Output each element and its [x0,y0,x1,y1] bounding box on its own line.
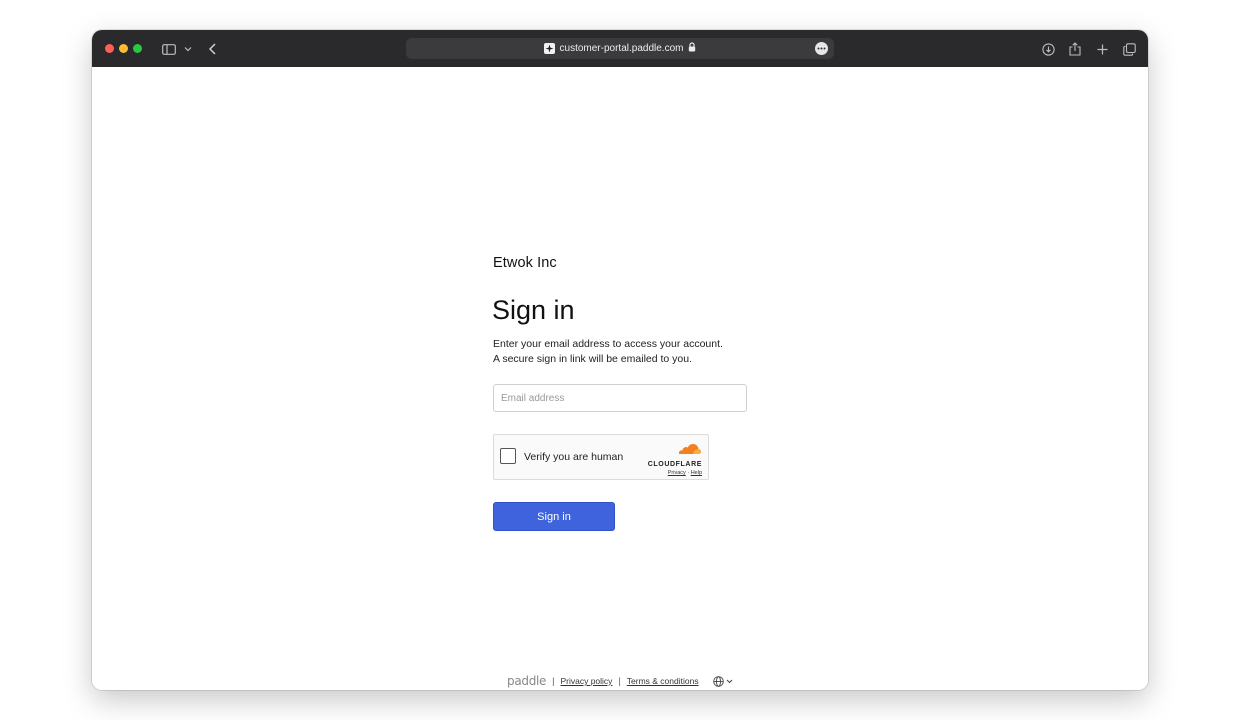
close-window-button[interactable] [105,44,114,53]
share-icon[interactable] [1067,41,1083,57]
more-icon[interactable] [815,42,828,55]
verify-human-checkbox[interactable] [500,448,516,464]
captcha-label: Verify you are human [524,451,624,463]
page-content: Etwok Inc Sign in Enter your email addre… [92,67,1148,690]
privacy-policy-link[interactable]: Privacy policy [560,676,612,686]
sidebar-toggle-icon[interactable] [161,41,177,57]
tabs-overview-icon[interactable] [1121,41,1137,57]
description-line-1: Enter your email address to access your … [493,338,723,350]
new-tab-plus-icon[interactable] [1094,41,1110,57]
captcha-privacy-link[interactable]: Privacy [668,470,686,476]
paddle-logo: paddle [507,674,547,688]
chevron-down-icon [726,679,732,683]
captcha-links: Privacy · Help [644,470,702,476]
terms-conditions-link[interactable]: Terms & conditions [627,676,699,686]
browser-toolbar: customer-portal.paddle.com [92,30,1148,67]
address-bar[interactable]: customer-portal.paddle.com [406,38,834,59]
browser-window: customer-portal.paddle.com Etwok Inc Sig… [92,30,1148,690]
email-field[interactable] [493,384,747,412]
url-text: customer-portal.paddle.com [559,43,684,54]
captcha-help-link[interactable]: Help [691,470,702,476]
favicon-sparkle-icon [543,43,555,54]
page-footer: paddle | Privacy policy | Terms & condit… [507,673,733,689]
cloudflare-logo: CLOUDFLARE Privacy · Help [644,442,702,476]
cloudflare-captcha-widget: Verify you are human CLOUDFLARE Privacy … [493,434,709,480]
company-name: Etwok Inc [493,255,557,271]
description-line-2: A secure sign in link will be emailed to… [493,352,693,365]
footer-separator: | [618,676,621,686]
zoom-window-button[interactable] [133,44,142,53]
download-icon[interactable] [1040,41,1056,57]
minimize-window-button[interactable] [119,44,128,53]
chevron-down-icon[interactable] [180,41,196,57]
sign-in-button[interactable]: Sign in [493,502,615,531]
captcha-links-separator: · [687,470,690,476]
cloudflare-cloud-icon [679,444,701,454]
back-arrow-icon[interactable] [204,41,220,57]
page-title: Sign in [492,295,575,325]
sign-in-description: Enter your email address to access your … [493,337,793,366]
footer-separator: | [552,676,555,686]
globe-icon [712,675,724,687]
captcha-provider: CLOUDFLARE [647,461,702,468]
lock-icon [688,42,696,55]
language-selector[interactable] [712,675,733,687]
